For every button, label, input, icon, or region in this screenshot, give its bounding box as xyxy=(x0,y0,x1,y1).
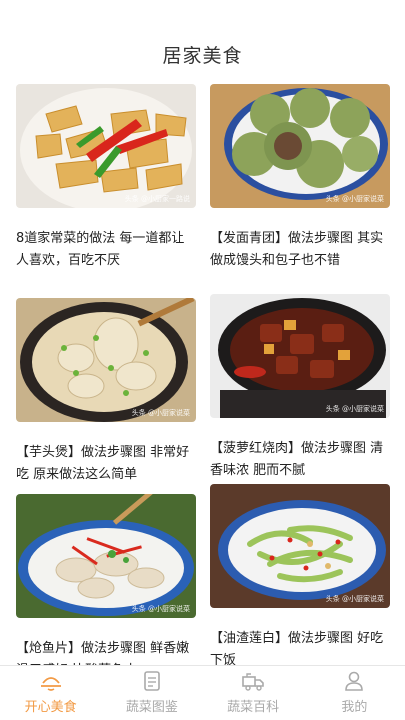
recipe-image[interactable]: 头条 @小厨家说菜 xyxy=(210,294,390,418)
image-watermark: 头条 @小厨家说菜 xyxy=(131,605,190,613)
tab-label: 蔬菜图鉴 xyxy=(125,700,178,715)
recipe-card[interactable]: 头条 @小厨家说菜 【芋头煲】做法步骤图 非常好吃 原来做法这么简单 xyxy=(16,298,196,486)
image-watermark: 头条 @小厨家说菜 xyxy=(325,595,384,603)
recipe-caption[interactable]: 【芋头煲】做法步骤图 非常好吃 原来做法这么简单 xyxy=(16,442,196,486)
image-watermark: 头条 @小厨家说菜 xyxy=(325,195,384,203)
recipe-caption[interactable]: 【炝鱼片】做法步骤图 鲜香嫩滑口感好 比酸菜鱼水 xyxy=(16,638,196,666)
recipe-image[interactable]: 头条 @小厨家说菜 xyxy=(210,484,390,608)
tab-happy-food[interactable]: 开心美食 xyxy=(0,666,101,720)
recipe-caption[interactable]: 8道家常菜的做法 每一道都让人喜欢，百吃不厌 xyxy=(16,228,196,272)
bottom-tab-bar: 开心美食 蔬菜图鉴 蔬菜百科 我的 xyxy=(0,665,405,720)
user-icon xyxy=(345,671,364,691)
recipe-card[interactable]: 头条 @小厨家一路说 8道家常菜的做法 每一道都让人喜欢，百吃不厌 xyxy=(16,84,196,272)
tab-vegetable-guide[interactable]: 蔬菜图鉴 xyxy=(101,666,202,720)
tab-mine[interactable]: 我的 xyxy=(304,666,405,720)
recipe-caption[interactable]: 【发面青团】做法步骤图 其实做成馒头和包子也不错 xyxy=(210,228,390,272)
header: 居家美食 xyxy=(0,0,405,84)
image-watermark: 头条 @小厨家说菜 xyxy=(131,409,190,417)
truck-icon xyxy=(242,673,264,691)
tab-label: 我的 xyxy=(341,700,368,715)
image-watermark: 头条 @小厨家说菜 xyxy=(325,405,384,413)
recipe-image[interactable]: 头条 @小厨家说菜 xyxy=(210,84,390,208)
recipe-image[interactable]: 头条 @小厨家说菜 xyxy=(16,494,196,618)
smile-bowl-icon xyxy=(40,677,61,691)
recipe-caption[interactable]: 【油渣莲白】做法步骤图 好吃下饭 xyxy=(210,628,390,666)
recipe-card[interactable]: 头条 @小厨家说菜 【菠萝红烧肉】做法步骤图 清香味浓 肥而不腻 xyxy=(210,294,390,482)
tab-label: 开心美食 xyxy=(24,700,77,715)
recipe-caption[interactable]: 【菠萝红烧肉】做法步骤图 清香味浓 肥而不腻 xyxy=(210,438,390,482)
page-title: 居家美食 xyxy=(162,45,243,67)
recipe-card[interactable]: 头条 @小厨家说菜 【油渣莲白】做法步骤图 好吃下饭 xyxy=(210,484,390,666)
tab-label: 蔬菜百科 xyxy=(227,700,280,715)
tab-vegetable-encyclopedia[interactable]: 蔬菜百科 xyxy=(203,666,304,720)
recipe-image[interactable]: 头条 @小厨家说菜 xyxy=(16,298,196,422)
recipe-feed[interactable]: 头条 @小厨家一路说 8道家常菜的做法 每一道都让人喜欢，百吃不厌 头条 @小厨… xyxy=(0,84,405,666)
image-watermark: 头条 @小厨家一路说 xyxy=(124,195,190,203)
recipe-image[interactable]: 头条 @小厨家一路说 xyxy=(16,84,196,208)
recipe-card[interactable]: 头条 @小厨家说菜 【发面青团】做法步骤图 其实做成馒头和包子也不错 xyxy=(210,84,390,272)
document-icon xyxy=(144,671,160,691)
recipe-card[interactable]: 头条 @小厨家说菜 【炝鱼片】做法步骤图 鲜香嫩滑口感好 比酸菜鱼水 xyxy=(16,494,196,666)
